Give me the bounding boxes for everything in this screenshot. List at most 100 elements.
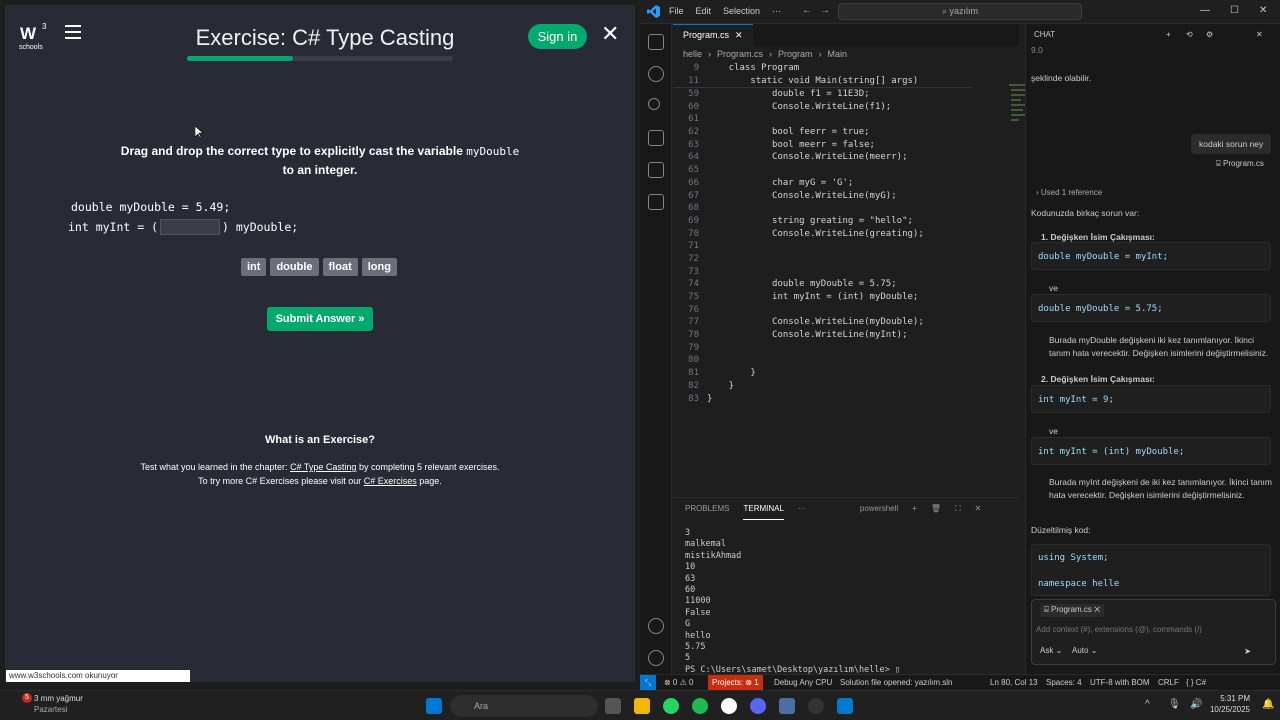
panel-more[interactable]: ···: [798, 498, 806, 520]
code-line[interactable]: 75 int myInt = (int) myDouble;: [673, 291, 1019, 304]
discord-icon[interactable]: [750, 698, 766, 714]
user-reference[interactable]: ⌸ Program.cs: [1216, 158, 1264, 171]
tray-chevron-icon[interactable]: ^: [1145, 699, 1150, 710]
app-icon[interactable]: [808, 698, 824, 714]
settings-gear-icon[interactable]: [648, 650, 664, 666]
code-line[interactable]: 70 Console.WriteLine(greating);: [673, 228, 1019, 241]
code-line[interactable]: 76: [673, 304, 1019, 317]
new-terminal-icon[interactable]: +: [912, 498, 917, 520]
status-projects[interactable]: Projects: ⊗ 1: [708, 675, 763, 690]
chat-input-box[interactable]: ⌸ Program.cs ✕ Add context (#), extensio…: [1031, 599, 1276, 665]
chat-code-block[interactable]: int myInt = (int) myDouble;: [1031, 437, 1271, 465]
status-encoding[interactable]: UTF-8 with BOM: [1090, 675, 1150, 690]
code-line[interactable]: 74 double myDouble = 5.75;: [673, 278, 1019, 291]
chapter-link[interactable]: C# Type Casting: [290, 462, 356, 472]
extensions-icon[interactable]: [648, 162, 664, 178]
code-line[interactable]: 79: [673, 342, 1019, 355]
status-eol[interactable]: CRLF: [1158, 675, 1179, 690]
code-line[interactable]: 80: [673, 354, 1019, 367]
send-icon[interactable]: ➤: [1244, 645, 1251, 658]
spotify-icon[interactable]: [692, 698, 708, 714]
model-select[interactable]: Auto ⌄: [1072, 645, 1097, 658]
taskbar-search[interactable]: Ara: [450, 695, 598, 717]
menu-edit[interactable]: Edit: [696, 6, 712, 16]
submit-answer-button[interactable]: Submit Answer »: [267, 307, 373, 331]
tab-terminal[interactable]: TERMINAL: [743, 498, 784, 520]
code-lines[interactable]: 59 double f1 = 11E3D; 60 Console.WriteLin…: [673, 88, 1019, 405]
status-debug[interactable]: Debug Any CPU: [774, 675, 832, 690]
terminal-shell-select[interactable]: powershell: [860, 498, 898, 520]
menu-selection[interactable]: Selection: [723, 6, 760, 16]
photos-icon[interactable]: [779, 698, 795, 714]
code-line[interactable]: 63 bool meerr = false;: [673, 139, 1019, 152]
choice-int[interactable]: int: [241, 258, 267, 276]
code-line[interactable]: 61: [673, 113, 1019, 126]
whatsapp-icon[interactable]: [663, 698, 679, 714]
code-line[interactable]: 59 double f1 = 11E3D;: [673, 88, 1019, 101]
terminal-output[interactable]: 3 malkemal mistikAhmad 10 63 60 11000 False Ghel…: [673, 528, 1019, 676]
status-position[interactable]: Ln 80, Col 13: [990, 675, 1038, 690]
chat-code-block[interactable]: int myInt = 9;: [1031, 385, 1271, 413]
code-line[interactable]: 71: [673, 240, 1019, 253]
testing-icon[interactable]: [648, 194, 664, 210]
clock-date[interactable]: 10/25/2025: [1200, 705, 1250, 714]
remote-icon[interactable]: ⤡: [640, 675, 656, 690]
status-solution[interactable]: Solution file opened: yazılım.sln: [840, 675, 953, 690]
choice-float[interactable]: float: [322, 258, 358, 276]
drop-slot[interactable]: [160, 219, 221, 235]
code-line[interactable]: 81 }: [673, 367, 1019, 380]
weather-text[interactable]: 3 mm yağmur: [34, 694, 83, 703]
task-view-icon[interactable]: [605, 698, 621, 714]
code-line[interactable]: 77 Console.WriteLine(myDouble);: [673, 316, 1019, 329]
run-debug-icon[interactable]: [648, 130, 664, 146]
menu-more[interactable]: ···: [772, 6, 781, 16]
account-icon[interactable]: [648, 618, 664, 634]
breadcrumb-class[interactable]: Program: [778, 46, 813, 62]
attached-file-chip[interactable]: ⌸ Program.cs ✕: [1040, 604, 1105, 617]
status-spaces[interactable]: Spaces: 4: [1046, 675, 1082, 690]
status-errors[interactable]: ⊗ 0 ⚠ 0: [664, 675, 693, 690]
explorer-icon[interactable]: [648, 34, 664, 50]
code-line[interactable]: 67 Console.WriteLine(myG);: [673, 190, 1019, 203]
tab-problems[interactable]: PROBLEMS: [685, 498, 729, 520]
code-line[interactable]: 60 Console.WriteLine(f1);: [673, 101, 1019, 114]
nav-forward-icon[interactable]: →: [820, 5, 830, 16]
source-control-icon[interactable]: [648, 98, 660, 110]
w3schools-logo[interactable]: W 3 schools: [18, 19, 52, 53]
code-line[interactable]: 69 string greating = "hello";: [673, 215, 1019, 228]
code-line[interactable]: 65: [673, 164, 1019, 177]
menu-icon[interactable]: [65, 25, 81, 39]
close-panel-icon[interactable]: ✕: [975, 498, 982, 520]
vscode-taskbar-icon[interactable]: [837, 698, 853, 714]
window-close-icon[interactable]: ✕: [1259, 5, 1267, 16]
chat-settings-icon[interactable]: ⚙: [1206, 24, 1213, 46]
clock-time[interactable]: 5:31 PM: [1210, 694, 1250, 703]
windows-start-icon[interactable]: [426, 698, 442, 714]
maximize-icon[interactable]: ☐: [1230, 5, 1239, 16]
chat-code-block[interactable]: double myDouble = 5.75;: [1031, 294, 1271, 322]
choice-long[interactable]: long: [361, 258, 397, 276]
menu-file[interactable]: File: [669, 6, 684, 16]
chat-code-block[interactable]: double myDouble = myInt;: [1031, 242, 1271, 270]
nav-back-icon[interactable]: ←: [802, 5, 812, 16]
breadcrumb-file[interactable]: Program.cs: [717, 46, 763, 62]
breadcrumb-method[interactable]: Main: [828, 46, 848, 62]
kill-terminal-icon[interactable]: 🗑: [931, 498, 941, 520]
code-line[interactable]: 72: [673, 253, 1019, 266]
breadcrumb-folder[interactable]: helle: [683, 46, 702, 62]
search-icon[interactable]: [648, 66, 664, 82]
obs-icon[interactable]: [721, 698, 737, 714]
code-line[interactable]: 82 }: [673, 380, 1019, 393]
chat-close-icon[interactable]: ✕: [1256, 24, 1263, 46]
code-line[interactable]: 66 char myG = 'G';: [673, 177, 1019, 190]
code-line[interactable]: 64 Console.WriteLine(meerr);: [673, 151, 1019, 164]
chat-new-icon[interactable]: +: [1166, 24, 1171, 46]
used-reference[interactable]: › Used 1 reference: [1036, 187, 1102, 200]
code-line[interactable]: 83}: [673, 393, 1019, 406]
close-icon[interactable]: ✕: [601, 21, 619, 47]
tab-program-cs[interactable]: Program.cs ✕: [673, 24, 753, 46]
code-line[interactable]: 78 Console.WriteLine(myInt);: [673, 329, 1019, 342]
command-search-input[interactable]: ⌕ yazılım: [838, 3, 1082, 20]
csharp-exercises-link[interactable]: C# Exercises: [364, 476, 417, 486]
maximize-panel-icon[interactable]: ⛶: [955, 498, 961, 520]
